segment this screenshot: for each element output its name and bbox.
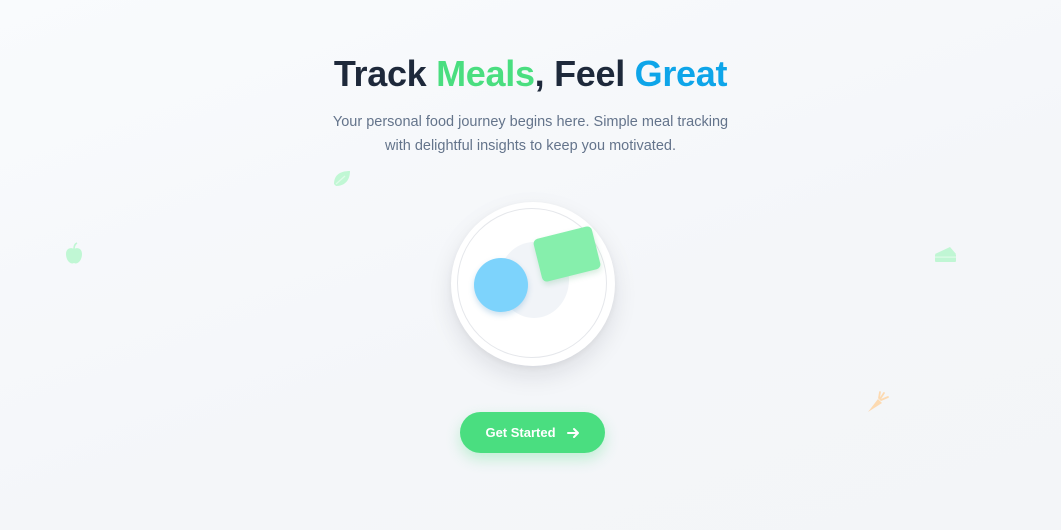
food-circle-shape xyxy=(474,258,528,312)
hero-title: Track Meals, Feel Great xyxy=(0,52,1061,96)
subtitle-line-1: Your personal food journey begins here. … xyxy=(332,114,729,130)
title-text-2: , Feel xyxy=(534,53,635,94)
title-accent-great: Great xyxy=(634,53,728,94)
title-accent-meals: Meals xyxy=(436,53,535,94)
leaf-icon xyxy=(334,171,350,186)
arrow-right-icon xyxy=(566,427,579,438)
get-started-label: Get Started xyxy=(485,425,556,440)
apple-icon xyxy=(66,242,82,264)
hero-subtitle: Your personal food journey begins here. … xyxy=(0,110,1061,158)
title-text-1: Track xyxy=(333,53,437,94)
landing-page: Track Meals, Feel Great Your personal fo… xyxy=(0,0,1061,530)
carrot-icon xyxy=(868,391,889,412)
cake-slice-icon xyxy=(935,247,956,262)
subtitle-line-2: with delightful insights to keep you mot… xyxy=(385,138,676,154)
get-started-button[interactable]: Get Started xyxy=(460,412,605,453)
plate-illustration xyxy=(451,202,615,366)
